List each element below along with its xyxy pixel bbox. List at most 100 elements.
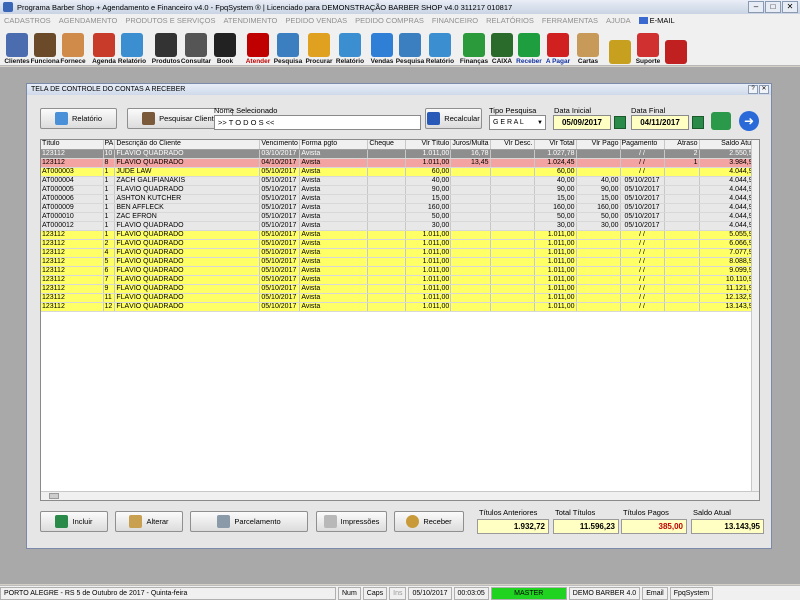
refresh-icon[interactable] xyxy=(711,112,731,130)
close-button[interactable]: ✕ xyxy=(782,1,798,13)
column-header[interactable]: Atraso xyxy=(664,140,700,150)
maximize-button[interactable]: □ xyxy=(765,1,781,13)
column-header[interactable]: Descrição do Cliente xyxy=(114,140,261,150)
table-cell: 1.011,00 xyxy=(405,266,452,276)
toolbar-clientes-button[interactable]: Clientes xyxy=(3,27,31,65)
column-header[interactable]: Cheque xyxy=(367,140,407,150)
table-row[interactable]: 123112 6 FLÁVIO QUADRADO 05/10/2017 Avista 1.… xyxy=(41,266,759,276)
column-header[interactable]: Vlr Total xyxy=(534,140,577,150)
column-header[interactable]: Vlr Desc. xyxy=(490,140,535,150)
toolbar-consultar-button[interactable]: Consultar xyxy=(181,27,211,65)
toolbar-apagar-button[interactable]: A Pagar xyxy=(543,27,573,65)
horizontal-scrollbar[interactable] xyxy=(41,491,759,500)
table-row[interactable]: 123112 7 FLÁVIO QUADRADO 05/10/2017 Avista 1.… xyxy=(41,275,759,285)
tipo-pesquisa-label: Tipo Pesquisa xyxy=(489,106,537,115)
table-row[interactable]: 123112 9 FLÁVIO QUADRADO 05/10/2017 Avista 1.… xyxy=(41,284,759,294)
calendar-icon[interactable] xyxy=(692,116,704,129)
toolbar-vendas-button[interactable]: Vendas xyxy=(369,27,395,65)
table-cell: Avista xyxy=(299,275,369,285)
toolbar-caixa-button[interactable]: CAIXA xyxy=(489,27,515,65)
toolbar-relatrio-button[interactable]: Relatório xyxy=(117,27,147,65)
table-row[interactable]: AT000005 1 FLÁVIO QUADRADO 05/10/2017 Avista… xyxy=(41,185,759,195)
table-cell: / / xyxy=(620,266,665,276)
toolbar-pesquisa-button[interactable]: Pesquisa xyxy=(395,27,425,65)
column-header[interactable]: Título xyxy=(41,140,104,150)
window-close-icon[interactable]: ✕ xyxy=(759,85,769,94)
table-row[interactable]: AT000006 1 ASHTON KUTCHER 05/10/2017 Avista 1… xyxy=(41,194,759,204)
toolbar-pesquisa-button[interactable]: Pesquisa xyxy=(273,27,303,65)
recalcular-button[interactable]: Recalcular xyxy=(425,108,482,129)
toolbar-exit-button[interactable] xyxy=(663,27,689,65)
table-cell: 15,00 xyxy=(405,194,452,204)
table-cell: FLÁVIO QUADRADO xyxy=(114,149,261,159)
table-cell xyxy=(664,230,700,240)
table-row[interactable]: 123112 10 FLÁVIO QUADRADO 03/10/2017 Avista 1… xyxy=(41,149,759,159)
toolbar-produtos-button[interactable]: Produtos xyxy=(151,27,181,65)
vertical-scrollbar[interactable] xyxy=(751,140,759,500)
menu-item-9[interactable]: AJUDA xyxy=(606,16,631,25)
column-header[interactable]: Vlr Pago xyxy=(576,140,621,150)
menu-item-6[interactable]: FINANCEIRO xyxy=(432,16,478,25)
menu-item-7[interactable]: RELATÓRIOS xyxy=(486,16,534,25)
parcelamento-button[interactable]: Parcelamento xyxy=(190,511,308,532)
data-inicial-input[interactable]: 05/09/2017 xyxy=(553,115,611,130)
table-cell: AT000003 xyxy=(41,167,104,177)
table-row[interactable]: 123112 5 FLÁVIO QUADRADO 05/10/2017 Avista 1.… xyxy=(41,257,759,267)
toolbar-book-button[interactable]: Book xyxy=(211,27,239,65)
impressoes-button[interactable]: Impressões xyxy=(316,511,387,532)
table-row[interactable]: AT000010 1 ZAC EFRON 05/10/2017 Avista 50,00 5… xyxy=(41,212,759,222)
column-header[interactable]: Saldo Atual xyxy=(699,140,759,150)
menu-item-4[interactable]: PEDIDO VENDAS xyxy=(285,16,347,25)
toolbar-procurar-button[interactable]: Procurar xyxy=(303,27,335,65)
table-cell: 1.011,00 xyxy=(534,248,577,258)
toolbar-relatrio-button[interactable]: Relatório xyxy=(335,27,365,65)
toolbar-finanas-button[interactable]: Finanças xyxy=(459,27,489,65)
table-row[interactable]: AT000003 1 JUDE LAW 05/10/2017 Avista 60,00 60… xyxy=(41,167,759,177)
receber-button[interactable]: Receber xyxy=(394,511,464,532)
relatorio-button[interactable]: Relatório xyxy=(40,108,117,129)
receivables-grid[interactable]: Título PA Descrição do Cliente Vencimento Fo… xyxy=(40,139,760,501)
toolbar-relatrio-button[interactable]: Relatório xyxy=(425,27,455,65)
table-cell: 5.055,95 xyxy=(699,230,759,240)
table-row[interactable]: 123112 2 FLÁVIO QUADRADO 05/10/2017 Avista 1.… xyxy=(41,239,759,249)
table-cell: 1.011,00 xyxy=(534,239,577,249)
table-row[interactable]: 123112 12 FLÁVIO QUADRADO 05/10/2017 Avista 1… xyxy=(41,302,759,312)
column-header[interactable]: Vencimento xyxy=(259,140,301,150)
nome-selecionado-input[interactable]: >> T O D O S << xyxy=(214,115,421,130)
toolbar-atender-button[interactable]: Atender xyxy=(243,27,273,65)
toolbar-fornece-button[interactable]: Fornece xyxy=(59,27,87,65)
toolbar-receber-button[interactable]: Receber xyxy=(515,27,543,65)
column-header[interactable]: Forma pgto xyxy=(299,140,369,150)
column-header[interactable]: Pagamento xyxy=(620,140,665,150)
table-row[interactable]: 123112 11 FLÁVIO QUADRADO 05/10/2017 Avista 1… xyxy=(41,293,759,303)
menu-item-5[interactable]: PEDIDO COMPRAS xyxy=(355,16,424,25)
help-icon[interactable]: ? xyxy=(748,85,758,94)
table-row[interactable]: AT000012 1 FLÁVIO QUADRADO 05/10/2017 Avista… xyxy=(41,221,759,231)
column-header[interactable]: Vlr Título xyxy=(405,140,452,150)
table-row[interactable]: AT000009 1 BEN AFFLECK 05/10/2017 Avista 160,… xyxy=(41,203,759,213)
menu-email[interactable]: E-MAIL xyxy=(638,16,683,25)
toolbar-suporte-button[interactable]: Suporte xyxy=(633,27,663,65)
tipo-pesquisa-select[interactable]: G E R A L ▼ xyxy=(489,115,546,130)
minimize-button[interactable]: – xyxy=(748,1,764,13)
table-row[interactable]: 123112 8 FLÁVIO QUADRADO 04/10/2017 Avista 1.… xyxy=(41,158,759,168)
menu-item-1[interactable]: AGENDAMENTO xyxy=(59,16,118,25)
calendar-icon[interactable] xyxy=(614,116,626,129)
toolbar-funciona-button[interactable]: Funciona xyxy=(31,27,59,65)
menu-item-8[interactable]: FERRAMENTAS xyxy=(542,16,598,25)
alterar-button[interactable]: Alterar xyxy=(115,511,183,532)
toolbar-coins-button[interactable] xyxy=(607,27,633,65)
data-final-input[interactable]: 04/11/2017 xyxy=(631,115,689,130)
toolbar-agenda-button[interactable]: Agenda xyxy=(91,27,117,65)
next-arrow-icon[interactable]: ➜ xyxy=(739,111,759,131)
column-header[interactable]: Juros/Multa xyxy=(450,140,491,150)
incluir-button[interactable]: Incluir xyxy=(40,511,108,532)
toolbar-cartas-button[interactable]: Cartas xyxy=(573,27,603,65)
column-header[interactable]: PA xyxy=(103,140,116,150)
menu-item-2[interactable]: PRODUTOS E SERVIÇOS xyxy=(125,16,215,25)
menu-item-0[interactable]: CADASTROS xyxy=(4,16,51,25)
table-row[interactable]: 123112 1 FLÁVIO QUADRADO 05/10/2017 Avista 1.… xyxy=(41,230,759,240)
menu-item-3[interactable]: ATENDIMENTO xyxy=(223,16,277,25)
table-row[interactable]: AT000004 1 ZACH GALIFIANAKIS 05/10/2017 Avis… xyxy=(41,176,759,186)
table-row[interactable]: 123112 4 FLÁVIO QUADRADO 05/10/2017 Avista 1.… xyxy=(41,248,759,258)
